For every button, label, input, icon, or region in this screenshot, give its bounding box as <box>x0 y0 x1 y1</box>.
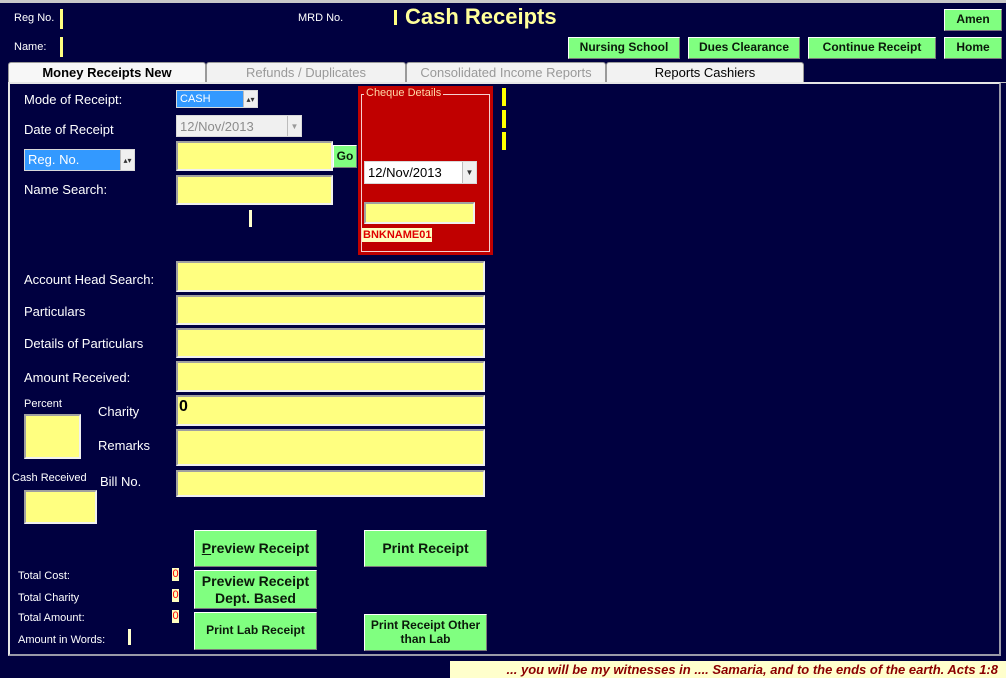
account-head-label: Account Head Search: <box>24 272 155 287</box>
dues-clearance-button[interactable]: Dues Clearance <box>688 37 800 59</box>
date-of-receipt-select[interactable]: 12/Nov/2013 ▼ <box>176 115 302 137</box>
total-charity-label: Total Charity <box>18 592 80 604</box>
amount-in-words-label: Amount in Words: <box>18 634 106 646</box>
cheque-details-legend: Cheque Details <box>364 87 444 99</box>
mode-of-receipt-label: Mode of Receipt: <box>24 92 123 107</box>
preview-receipt-dept-button[interactable]: Preview Receipt Dept. Based <box>194 570 317 609</box>
spinner-icon[interactable]: ▴▾ <box>243 91 257 107</box>
name-search-input[interactable] <box>176 175 333 205</box>
cheque-date-select[interactable]: 12/Nov/2013 ▼ <box>364 161 477 184</box>
print-lab-receipt-button[interactable]: Print Lab Receipt <box>194 612 317 650</box>
amount-received-input[interactable] <box>176 361 485 392</box>
nursing-school-button[interactable]: Nursing School <box>568 37 680 59</box>
charity-input[interactable]: 0 <box>176 395 485 426</box>
amount-in-words-value <box>128 629 131 645</box>
cheque-number-input[interactable] <box>364 202 475 224</box>
tab-reports-cashiers[interactable]: Reports Cashiers <box>606 62 804 82</box>
account-head-input[interactable] <box>176 261 485 292</box>
charity-label: Charity <box>98 404 140 419</box>
particulars-label: Particulars <box>24 304 86 319</box>
mode-of-receipt-select[interactable]: CASH ▴▾ <box>176 90 258 108</box>
percent-label: Percent <box>24 398 62 410</box>
mode-of-receipt-value: CASH <box>177 91 243 107</box>
chevron-down-icon[interactable]: ▼ <box>287 116 301 136</box>
mrd-no-label: MRD No. <box>298 12 344 24</box>
preview-dept-line2: Dept. Based <box>215 589 296 606</box>
print-other-line1: Print Receipt Other <box>370 617 481 632</box>
mrd-no-value <box>394 10 397 25</box>
remarks-label: Remarks <box>98 438 151 453</box>
search-value-input[interactable] <box>176 141 333 171</box>
indicator-3 <box>502 132 506 150</box>
indicator-1 <box>502 88 506 106</box>
search-type-select[interactable]: Reg. No. ▴▾ <box>24 149 135 171</box>
particulars-input[interactable] <box>176 295 485 325</box>
main-panel <box>8 82 1001 656</box>
tab-strip: Money Receipts New Refunds / Duplicates … <box>8 62 1006 83</box>
name-search-label: Name Search: <box>24 182 108 197</box>
search-type-value: Reg. No. <box>25 150 120 170</box>
details-of-particulars-label: Details of Particulars <box>24 336 144 351</box>
preview-receipt-label: review Receipt <box>211 540 310 557</box>
cash-received-input[interactable] <box>24 490 97 524</box>
total-cost-value: 0 <box>172 568 179 581</box>
total-amount-label: Total Amount: <box>18 612 85 624</box>
name-search-result <box>249 210 252 227</box>
tab-consolidated-income-reports[interactable]: Consolidated Income Reports <box>406 62 606 82</box>
preview-receipt-accesskey: P <box>201 540 212 557</box>
preview-receipt-button[interactable]: Preview Receipt <box>194 530 317 567</box>
total-cost-label: Total Cost: <box>18 570 70 582</box>
cheque-date-value: 12/Nov/2013 <box>368 165 442 180</box>
cash-received-label: Cash Received <box>12 472 87 484</box>
print-other-line2: than Lab <box>400 631 451 646</box>
footer-verse: ... you will be my witnesses in .... Sam… <box>450 661 1006 678</box>
name-label: Name: <box>14 41 47 53</box>
tab-money-receipts-new[interactable]: Money Receipts New <box>8 62 206 83</box>
total-charity-value: 0 <box>172 589 179 602</box>
percent-input[interactable] <box>24 414 81 459</box>
amen-button[interactable]: Amen <box>944 9 1002 31</box>
tab-refunds-duplicates[interactable]: Refunds / Duplicates <box>206 62 406 82</box>
details-of-particulars-input[interactable] <box>176 328 485 358</box>
home-button[interactable]: Home <box>944 37 1002 59</box>
total-amount-value: 0 <box>172 610 179 623</box>
remarks-input[interactable] <box>176 429 485 466</box>
continue-receipt-button[interactable]: Continue Receipt <box>808 37 936 59</box>
bill-no-label: Bill No. <box>100 474 142 489</box>
print-receipt-button[interactable]: Print Receipt <box>364 530 487 567</box>
indicator-2 <box>502 110 506 128</box>
date-of-receipt-value: 12/Nov/2013 <box>180 118 254 134</box>
window-top-border <box>0 0 1006 3</box>
reg-no-label: Reg No. <box>14 12 55 24</box>
reg-no-value <box>60 9 63 29</box>
go-button[interactable]: Go <box>333 145 357 168</box>
spinner-icon[interactable]: ▴▾ <box>120 150 134 170</box>
print-receipt-other-than-lab-button[interactable]: Print Receipt Other than Lab <box>364 614 487 651</box>
name-value <box>60 37 63 57</box>
amount-received-label: Amount Received: <box>24 370 131 385</box>
bank-name-label: BNKNAME01 <box>362 228 433 242</box>
bill-no-input[interactable] <box>176 470 485 497</box>
preview-dept-line1: Preview Receipt <box>201 573 310 590</box>
date-of-receipt-label: Date of Receipt <box>24 122 114 137</box>
chevron-down-icon[interactable]: ▼ <box>462 162 476 183</box>
page-title: Cash Receipts <box>405 4 557 29</box>
